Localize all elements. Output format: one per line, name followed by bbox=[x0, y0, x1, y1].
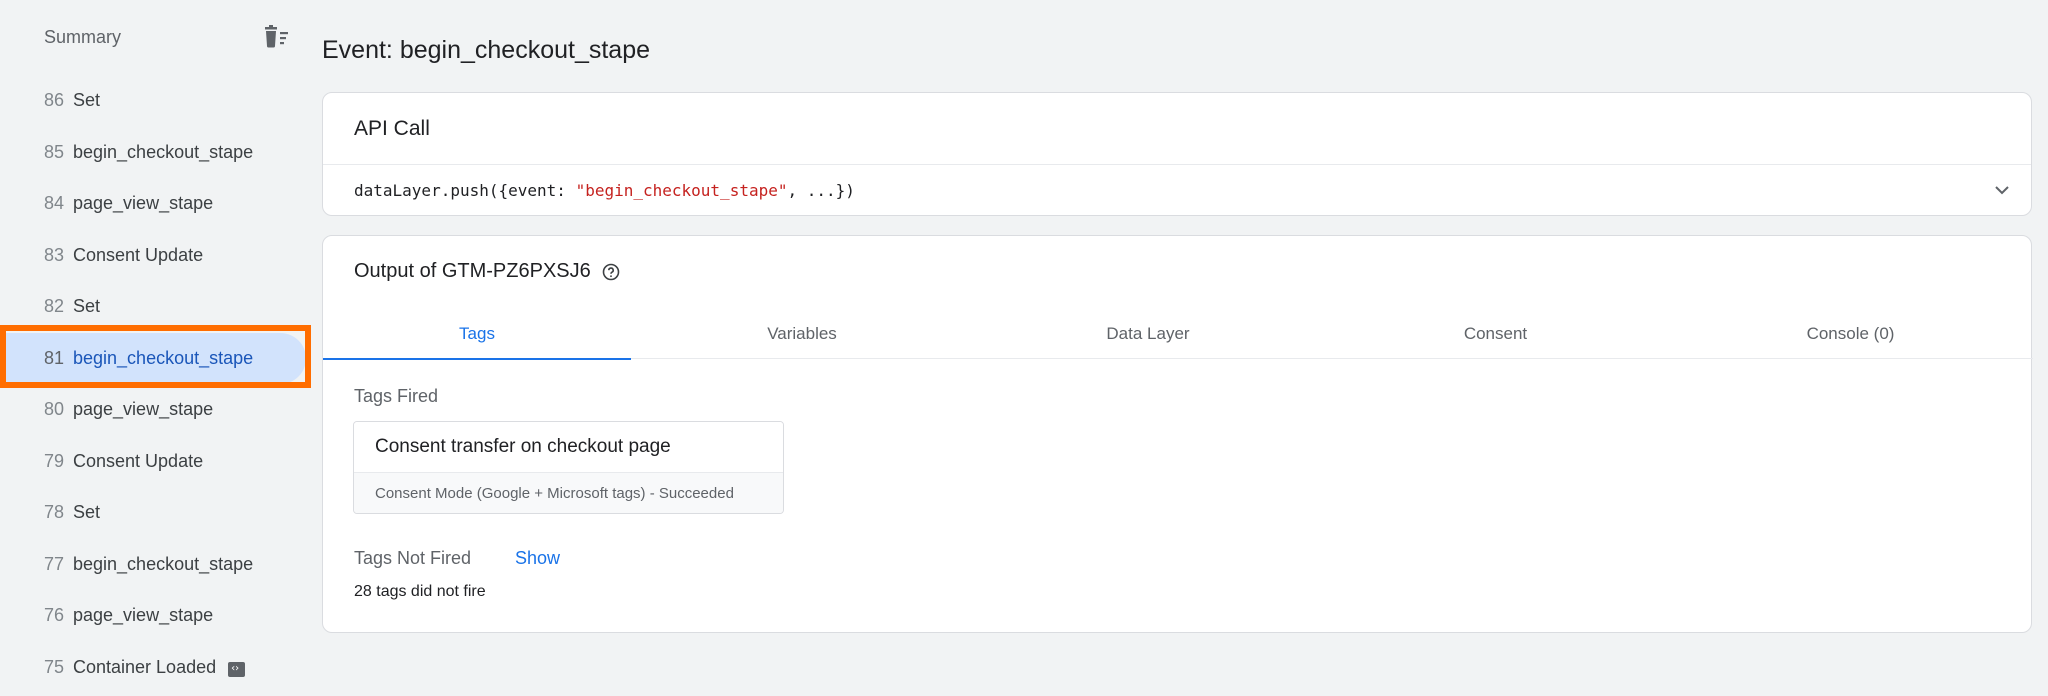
event-number: 83 bbox=[44, 244, 65, 265]
event-item[interactable]: 86 Set bbox=[0, 75, 310, 127]
sidebar-header: Summary bbox=[44, 22, 294, 52]
event-number: 76 bbox=[44, 605, 65, 626]
event-item[interactable]: 80 page_view_stape bbox=[0, 384, 310, 436]
event-item[interactable]: 84 page_view_stape bbox=[0, 178, 310, 230]
page-title: Event: begin_checkout_stape bbox=[322, 36, 651, 64]
event-label: begin_checkout_stape bbox=[73, 347, 254, 368]
code-string: "begin_checkout_stape" bbox=[575, 181, 788, 200]
event-number: 79 bbox=[44, 450, 65, 471]
event-label: page_view_stape bbox=[73, 193, 214, 214]
event-number: 85 bbox=[44, 141, 65, 162]
event-label: Consent Update bbox=[73, 244, 204, 265]
event-label: Set bbox=[73, 502, 101, 523]
event-list: 86 Set 85 begin_checkout_stape 84 page_view… bbox=[0, 75, 310, 693]
api-call-card: API Call dataLayer.push({event: "begin_c… bbox=[322, 92, 2032, 216]
container-icon bbox=[228, 661, 246, 677]
event-label: begin_checkout_stape bbox=[73, 141, 254, 162]
tab-console[interactable]: Console (0) bbox=[1668, 308, 2033, 359]
event-number: 78 bbox=[44, 502, 65, 523]
event-label: Set bbox=[73, 90, 101, 111]
event-sidebar: Summary 86 Set 85 begin_checkout_stape 84 p… bbox=[0, 0, 311, 696]
show-not-fired-button[interactable]: Show bbox=[515, 548, 560, 569]
event-number: 81 bbox=[44, 347, 65, 368]
code-prefix: dataLayer.push({event: bbox=[354, 181, 576, 200]
event-number: 84 bbox=[44, 193, 65, 214]
event-item-selected[interactable]: 81 begin_checkout_stape bbox=[0, 332, 306, 384]
event-item[interactable]: 76 page_view_stape bbox=[0, 590, 310, 642]
event-item[interactable]: 77 begin_checkout_stape bbox=[0, 539, 310, 591]
output-card: Output of GTM-PZ6PXSJ6 Tags Variables Da… bbox=[322, 235, 2033, 633]
event-item[interactable]: 78 Set bbox=[0, 487, 310, 539]
chevron-down-icon[interactable] bbox=[1993, 181, 2011, 199]
fired-tag-name: Consent transfer on checkout page bbox=[354, 422, 783, 473]
fired-tag-status: Consent Mode (Google + Microsoft tags) -… bbox=[354, 473, 783, 513]
tab-consent[interactable]: Consent bbox=[1323, 308, 1668, 359]
tags-not-fired-label: Tags Not Fired bbox=[354, 548, 472, 568]
event-number: 75 bbox=[44, 656, 65, 677]
event-number: 82 bbox=[44, 296, 65, 317]
fired-tag-card[interactable]: Consent transfer on checkout page Consen… bbox=[353, 421, 784, 514]
event-item[interactable]: 85 begin_checkout_stape bbox=[0, 127, 310, 179]
output-tabs: Tags Variables Data Layer Consent Consol… bbox=[323, 308, 2033, 360]
event-label: begin_checkout_stape bbox=[73, 553, 254, 574]
event-item[interactable]: 75 Container Loaded bbox=[0, 642, 310, 694]
event-label: page_view_stape bbox=[73, 605, 214, 626]
event-number: 86 bbox=[44, 90, 65, 111]
event-label: Set bbox=[73, 296, 101, 317]
summary-link[interactable]: Summary bbox=[44, 27, 121, 47]
event-item[interactable]: 82 Set bbox=[0, 281, 310, 333]
event-label: page_view_stape bbox=[73, 399, 214, 420]
tab-tags[interactable]: Tags bbox=[323, 308, 631, 360]
output-heading: Output of GTM-PZ6PXSJ6 bbox=[354, 260, 620, 283]
event-item[interactable]: 83 Consent Update bbox=[0, 230, 310, 282]
help-icon[interactable] bbox=[602, 263, 620, 281]
output-heading-text: Output of GTM-PZ6PXSJ6 bbox=[354, 260, 591, 282]
tab-data-layer[interactable]: Data Layer bbox=[973, 308, 1323, 359]
event-item[interactable]: 79 Consent Update bbox=[0, 436, 310, 488]
not-fired-count: 28 tags did not fire bbox=[354, 583, 486, 600]
event-number: 77 bbox=[44, 553, 65, 574]
event-label: Consent Update bbox=[73, 450, 204, 471]
tags-fired-label: Tags Fired bbox=[354, 386, 439, 406]
api-call-code-row[interactable]: dataLayer.push({event: "begin_checkout_s… bbox=[323, 165, 2031, 216]
tab-variables[interactable]: Variables bbox=[631, 308, 973, 359]
delete-sweep-icon[interactable] bbox=[262, 25, 290, 49]
code-suffix: , ...}) bbox=[787, 181, 855, 200]
event-label: Container Loaded bbox=[73, 656, 217, 677]
event-number: 80 bbox=[44, 399, 65, 420]
api-call-heading: API Call bbox=[323, 93, 2031, 165]
